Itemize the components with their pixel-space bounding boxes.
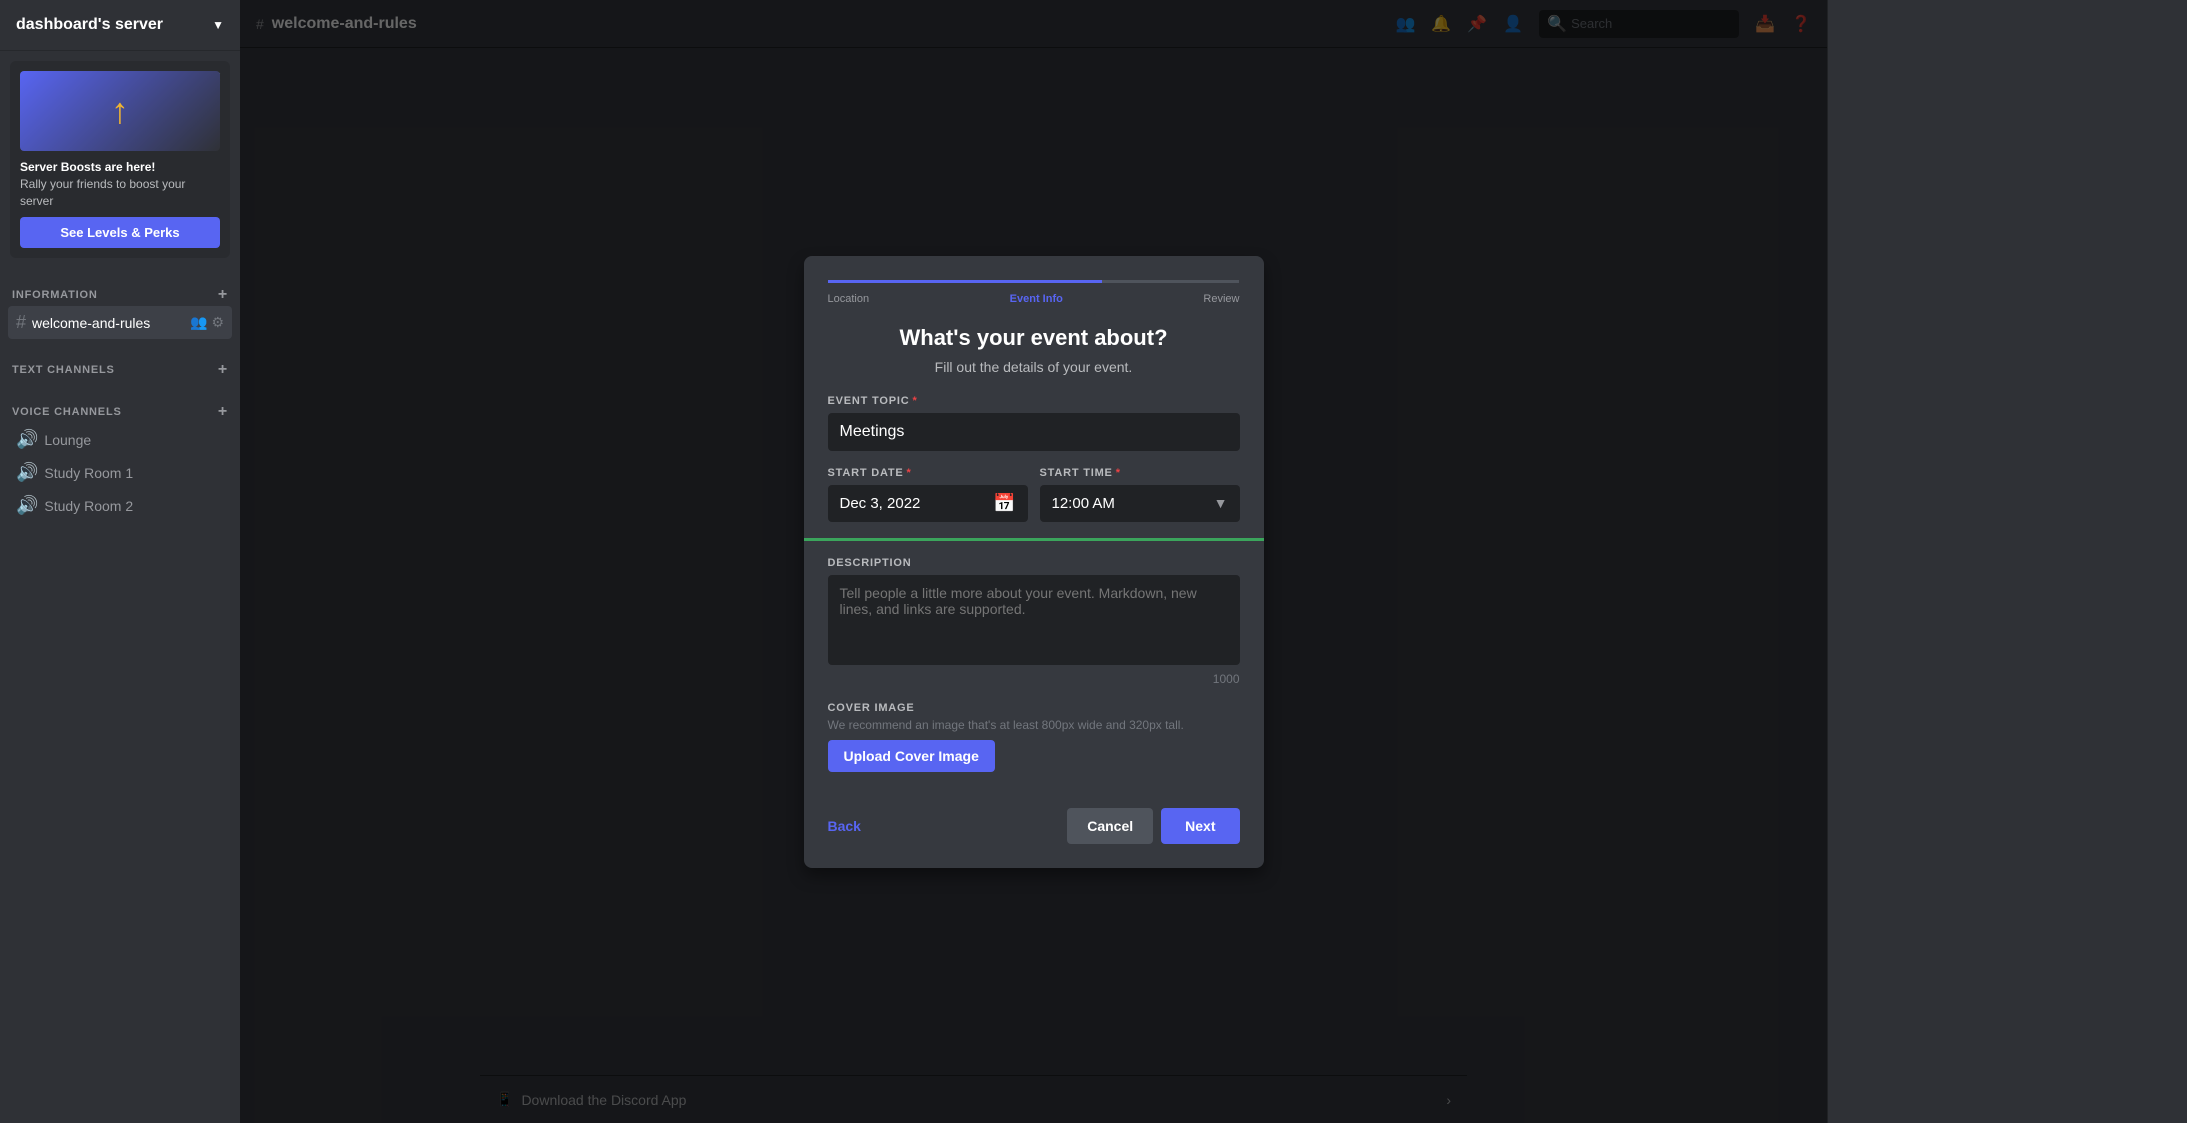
upload-cover-image-button[interactable]: Upload Cover Image	[828, 740, 995, 772]
add-channel-icon[interactable]: +	[218, 286, 228, 304]
footer-buttons: Cancel Next	[1067, 808, 1239, 844]
step-label-review: Review	[1203, 293, 1239, 305]
step-segment-2	[965, 280, 1102, 283]
event-topic-input[interactable]	[828, 413, 1240, 451]
add-voice-channel-icon[interactable]: +	[218, 403, 228, 421]
step-label-event-info: Event Info	[1010, 293, 1063, 305]
text-channels-section: TEXT CHANNELS +	[0, 343, 240, 385]
event-topic-group: EVENT TOPIC *	[828, 395, 1240, 451]
channel-welcome-and-rules[interactable]: # welcome-and-rules 👥 ⚙	[8, 306, 232, 339]
boost-arrow-icon: ↑	[111, 90, 129, 132]
modal-subtitle: Fill out the details of your event.	[828, 359, 1240, 375]
steps-labels: Location Event Info Review	[828, 289, 1240, 305]
cancel-button[interactable]: Cancel	[1067, 808, 1153, 844]
back-button[interactable]: Back	[828, 818, 861, 834]
voice-channels-header[interactable]: VOICE CHANNELS +	[8, 401, 232, 423]
step-segment-3	[1102, 280, 1239, 283]
start-date-group: START DATE * 📅	[828, 467, 1028, 522]
cover-image-hint: We recommend an image that's at least 80…	[828, 718, 1240, 732]
information-section-header[interactable]: INFORMATION +	[8, 284, 232, 306]
see-levels-perks-button[interactable]: See Levels & Perks	[20, 217, 220, 248]
voice-icon: 🔊	[16, 429, 38, 450]
calendar-icon: 📅	[993, 493, 1015, 514]
description-textarea[interactable]	[828, 575, 1240, 665]
channel-study-room-1[interactable]: 🔊 Study Room 1	[8, 456, 232, 489]
modal-overlay: Location Event Info Review What's your e…	[240, 0, 1827, 1123]
channel-lounge[interactable]: 🔊 Lounge	[8, 423, 232, 456]
event-topic-label: EVENT TOPIC *	[828, 395, 1240, 407]
start-time-select[interactable]: 12:00 AM 12:30 AM 1:00 AM 1:30 AM	[1040, 485, 1240, 522]
main-content: # welcome-and-rules 👥 🔔 📌 👤 🔍 Search 📥 ❓	[240, 0, 1827, 1123]
modal-footer: Back Cancel Next	[828, 792, 1240, 844]
add-text-channel-icon[interactable]: +	[218, 361, 228, 379]
voice-icon: 🔊	[16, 495, 38, 516]
description-label: DESCRIPTION	[828, 557, 1240, 569]
information-label: INFORMATION	[12, 289, 98, 301]
sidebar: dashboard's server ▼ ✕ ↑ Server Boosts a…	[0, 0, 240, 1123]
text-channels-header[interactable]: TEXT CHANNELS +	[8, 359, 232, 381]
right-panel	[1827, 0, 2187, 1123]
start-date-label: START DATE *	[828, 467, 1028, 479]
steps-container: Location Event Info Review	[828, 280, 1240, 305]
green-separator	[804, 538, 1264, 541]
required-indicator: *	[912, 395, 917, 407]
voice-icon: 🔊	[16, 462, 38, 483]
text-channel-icon: #	[16, 312, 26, 333]
boost-card-text: Server Boosts are here! Rally your frien…	[20, 159, 220, 209]
step-segment-1	[828, 280, 965, 283]
date-input-wrapper: 📅	[828, 485, 1028, 522]
server-name: dashboard's server	[16, 16, 163, 34]
start-time-group: START TIME * 12:00 AM 12:30 AM 1:00 AM 1…	[1040, 467, 1240, 522]
channel-members-icon[interactable]: 👥	[190, 314, 207, 331]
step-label-location: Location	[828, 293, 870, 305]
channel-study-room-2[interactable]: 🔊 Study Room 2	[8, 489, 232, 522]
boost-card: ✕ ↑ Server Boosts are here! Rally your f…	[10, 61, 230, 258]
modal-title: What's your event about?	[828, 325, 1240, 351]
channel-settings-icon[interactable]: ⚙	[211, 314, 224, 331]
server-chevron-icon: ▼	[212, 18, 224, 32]
start-time-label: START TIME *	[1040, 467, 1240, 479]
cover-image-label: COVER IMAGE	[828, 702, 1240, 714]
event-modal: Location Event Info Review What's your e…	[804, 256, 1264, 868]
boost-card-image: ↑	[20, 71, 220, 151]
information-section: INFORMATION + # welcome-and-rules 👥 ⚙	[0, 268, 240, 343]
steps-bar	[828, 280, 1240, 283]
char-count: 1000	[828, 672, 1240, 686]
text-channels-label: TEXT CHANNELS	[12, 364, 115, 376]
server-header[interactable]: dashboard's server ▼	[0, 0, 240, 51]
next-button[interactable]: Next	[1161, 808, 1239, 844]
date-time-row: START DATE * 📅 START TIME *	[828, 467, 1240, 522]
voice-channels-label: VOICE CHANNELS	[12, 406, 122, 418]
voice-channels-section: VOICE CHANNELS + 🔊 Lounge 🔊 Study Room 1…	[0, 385, 240, 526]
cover-image-group: COVER IMAGE We recommend an image that's…	[828, 702, 1240, 772]
description-group: DESCRIPTION 1000	[828, 557, 1240, 686]
time-select-wrapper: 12:00 AM 12:30 AM 1:00 AM 1:30 AM ▼	[1040, 485, 1240, 522]
